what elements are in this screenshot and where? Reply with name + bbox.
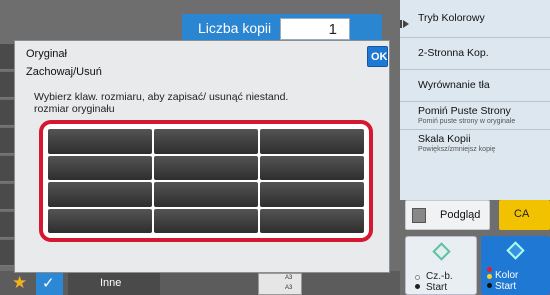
- thumb-label: A3: [285, 285, 293, 291]
- panel-item-duplex[interactable]: 2-Stronna Kop.: [400, 38, 550, 70]
- size-key-frame: [39, 120, 373, 242]
- preview-button[interactable]: Podgląd: [405, 200, 490, 230]
- panel-item-skip-blank[interactable]: Pomiń Puste Strony Pomiń puste strony w …: [400, 102, 550, 130]
- size-key[interactable]: [154, 129, 258, 154]
- panel-item-sublabel: Powiększ/zmniejsz kopię: [418, 146, 496, 153]
- check-icon: ✓: [42, 275, 55, 292]
- dialog-subtitle: Zachowaj/Usuń: [26, 66, 102, 78]
- bw-start-button[interactable]: Cz.-b. Start: [405, 236, 477, 295]
- size-key[interactable]: [260, 208, 364, 233]
- copies-label: Liczba kopii: [198, 20, 272, 36]
- other-button[interactable]: Inne: [68, 273, 160, 295]
- left-tab[interactable]: [0, 156, 14, 182]
- panel-item-label: Pomiń Puste Strony: [418, 105, 511, 117]
- size-key[interactable]: [48, 129, 152, 154]
- color-start-label: Kolor Start: [495, 270, 518, 292]
- left-tab[interactable]: [0, 44, 14, 70]
- panel-item-label: Skala Kopii: [418, 133, 471, 145]
- dialog-instructions: Wybierz klaw. rozmiaru, aby zapisać/ usu…: [34, 91, 289, 115]
- size-key[interactable]: [154, 155, 258, 180]
- other-label: Inne: [100, 277, 122, 289]
- panel-item-color-mode[interactable]: Tryb Kolorowy: [400, 0, 550, 38]
- size-key[interactable]: [260, 155, 364, 180]
- indicator-dot: [415, 284, 420, 289]
- size-key[interactable]: [48, 182, 152, 207]
- panel-item-sublabel: Pomiń puste strony w oryginale: [418, 118, 516, 125]
- original-size-dialog: Oryginał Zachowaj/Usuń OK Wybierz klaw. …: [14, 40, 390, 273]
- ok-button[interactable]: OK: [367, 46, 388, 67]
- left-tab[interactable]: [0, 184, 14, 210]
- clear-all-button[interactable]: CA: [499, 200, 550, 230]
- function-panel: Tryb Kolorowy 2-Stronna Kop. Wyrównanie …: [400, 0, 550, 200]
- preview-icon: [412, 208, 426, 223]
- clear-all-label: CA: [514, 208, 530, 220]
- size-key[interactable]: [154, 182, 258, 207]
- indicator-dot: [415, 275, 420, 280]
- panel-item-label: Wyrównanie tła: [418, 79, 490, 91]
- indicator-dot: [487, 283, 492, 288]
- play-icon: [400, 20, 409, 28]
- indicator-dot: [487, 267, 492, 272]
- color-start-line2: Start: [495, 281, 517, 292]
- bw-start-line1: Cz.-b.: [426, 271, 453, 282]
- left-tab[interactable]: [0, 72, 14, 98]
- thumb-label: A3: [285, 275, 293, 281]
- size-key-grid: [48, 129, 364, 233]
- left-tab[interactable]: [0, 128, 14, 154]
- color-start-button[interactable]: Kolor Start: [481, 236, 550, 295]
- size-key[interactable]: [48, 155, 152, 180]
- preview-label: Podgląd: [440, 209, 481, 221]
- left-tab[interactable]: [0, 100, 14, 126]
- indicator-dot: [487, 274, 492, 279]
- size-key[interactable]: [48, 208, 152, 233]
- start-icon: [432, 242, 451, 261]
- size-key[interactable]: [260, 129, 364, 154]
- star-icon[interactable]: ★: [12, 273, 27, 293]
- panel-item-label: 2-Stronna Kop.: [418, 47, 489, 59]
- panel-item-copy-ratio[interactable]: Skala Kopii Powiększ/zmniejsz kopię: [400, 130, 550, 162]
- start-icon: [506, 241, 525, 260]
- size-key[interactable]: [260, 182, 364, 207]
- panel-item-background[interactable]: Wyrównanie tła: [400, 70, 550, 102]
- paper-thumbnail: A3 A3: [258, 273, 302, 295]
- check-button[interactable]: ✓: [36, 273, 63, 295]
- panel-item-label: Tryb Kolorowy: [418, 12, 485, 24]
- copies-count-field[interactable]: 1: [280, 18, 350, 40]
- color-start-line1: Kolor: [495, 270, 519, 281]
- size-key[interactable]: [154, 208, 258, 233]
- ok-label: OK: [371, 51, 388, 63]
- dialog-title: Oryginał: [26, 48, 67, 60]
- left-tab[interactable]: [0, 212, 14, 238]
- bw-start-label: Cz.-b. Start: [426, 271, 453, 293]
- left-tab[interactable]: [0, 240, 14, 266]
- bw-start-line2: Start: [426, 282, 448, 293]
